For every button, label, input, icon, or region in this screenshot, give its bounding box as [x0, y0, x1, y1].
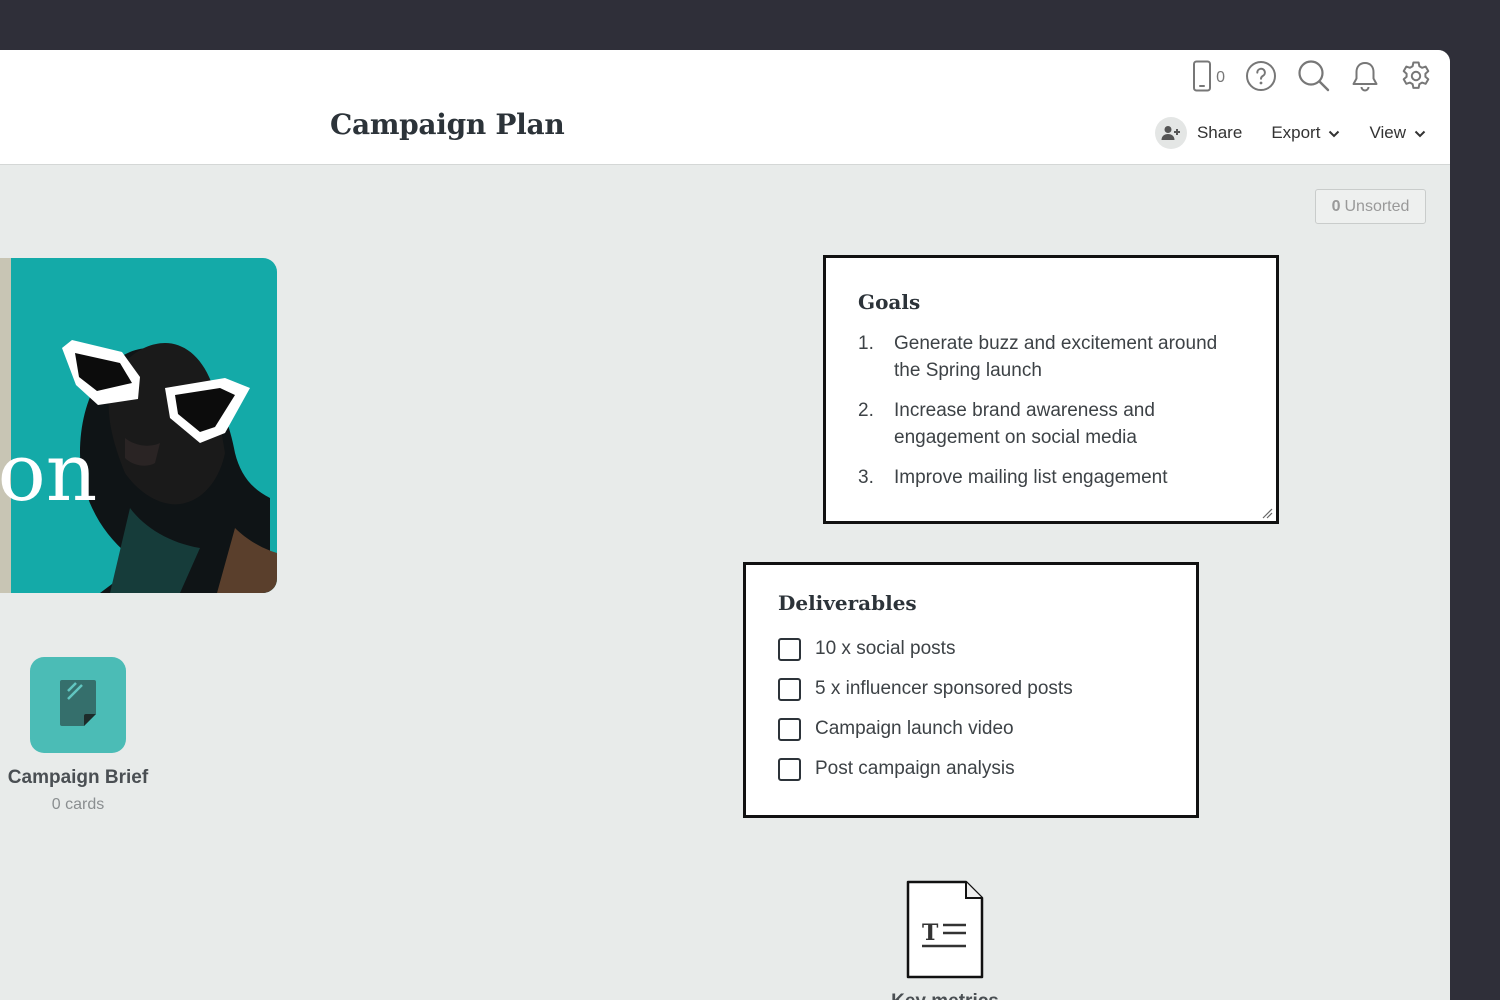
checklist-label: Post campaign analysis	[815, 758, 1015, 779]
list-item: 2. Increase brand awareness and engagemen…	[858, 397, 1244, 451]
unsorted-label: Unsorted	[1344, 197, 1410, 215]
deliverables-checklist: 10 x social posts 5 x influencer sponsor…	[778, 629, 1164, 789]
list-text: Generate buzz and excitement around the …	[894, 333, 1218, 381]
resize-handle-icon[interactable]	[1261, 506, 1273, 519]
checklist-item: Campaign launch video	[778, 709, 1164, 749]
list-number: 1.	[858, 333, 874, 354]
checkbox[interactable]	[778, 637, 801, 661]
unsorted-count: 0	[1331, 197, 1341, 215]
checklist-item: Post campaign analysis	[778, 749, 1164, 789]
note-icon	[58, 678, 98, 733]
add-user-icon	[1154, 117, 1187, 149]
device-icon	[1192, 60, 1212, 97]
bell-icon	[1350, 60, 1380, 97]
settings-button[interactable]	[1400, 60, 1432, 97]
header-bar: Campaign Plan 0 Share Export View	[0, 50, 1450, 165]
list-item: 1. Generate buzz and excitement around th…	[858, 330, 1244, 384]
goals-note[interactable]: Goals 1. Generate buzz and excitement aro…	[823, 255, 1279, 524]
app-window: Campaign Plan 0 Share Export View 0 Unso…	[0, 50, 1450, 1000]
chevron-down-icon	[1320, 123, 1340, 143]
view-label: View	[1369, 123, 1406, 142]
svg-text:T: T	[922, 920, 939, 946]
deliverables-note[interactable]: Deliverables 10 x social posts 5 x influ…	[743, 562, 1199, 818]
checklist-item: 5 x influencer sponsored posts	[778, 669, 1164, 709]
checkbox[interactable]	[778, 757, 801, 781]
checkbox[interactable]	[778, 677, 801, 701]
goals-list: 1. Generate buzz and excitement around th…	[858, 330, 1244, 491]
checkbox[interactable]	[778, 717, 801, 741]
export-label: Export	[1271, 123, 1321, 142]
view-menu-button[interactable]: View	[1369, 123, 1426, 143]
export-menu-button[interactable]: Export	[1271, 123, 1340, 143]
search-icon	[1297, 59, 1330, 97]
unsorted-button[interactable]: 0 Unsorted	[1315, 189, 1426, 224]
help-button[interactable]	[1245, 60, 1277, 97]
gear-icon	[1400, 60, 1432, 97]
checklist-item: 10 x social posts	[778, 629, 1164, 669]
top-icon-bar: 0	[1172, 60, 1432, 96]
search-button[interactable]	[1297, 59, 1330, 97]
board-campaign-brief[interactable]: Campaign Brief 0 cards	[0, 657, 156, 814]
share-label: Share	[1196, 123, 1243, 142]
device-count: 0	[1216, 69, 1225, 86]
device-button[interactable]: 0	[1192, 60, 1225, 97]
share-button[interactable]: Share	[1154, 117, 1243, 149]
checklist-label: 10 x social posts	[815, 638, 956, 659]
board-icon-tile	[30, 657, 126, 753]
board-card-count: 0 cards	[51, 796, 105, 813]
list-text: Improve mailing list engagement	[894, 467, 1168, 488]
notifications-button[interactable]	[1350, 60, 1380, 97]
list-number: 3.	[858, 467, 874, 488]
chevron-down-icon	[1406, 123, 1426, 143]
image-overlay-text: ion	[0, 426, 97, 519]
list-item: 3. Improve mailing list engagement	[858, 464, 1244, 491]
checklist-label: 5 x influencer sponsored posts	[815, 678, 1073, 699]
document-tile[interactable]: T Key metrics	[880, 880, 1010, 1000]
image-card[interactable]: ion	[0, 258, 277, 593]
list-text: Increase brand awareness and engagement …	[894, 400, 1155, 448]
deliverables-heading: Deliverables	[778, 591, 917, 615]
document-title: Key metrics	[880, 991, 1010, 1000]
goals-heading: Goals	[858, 290, 921, 314]
header-toolbar: Share Export View	[1154, 116, 1426, 150]
page-title: Campaign Plan	[330, 108, 565, 141]
campaign-photo: ion	[0, 258, 277, 593]
list-number: 2.	[858, 400, 874, 421]
checklist-label: Campaign launch video	[815, 718, 1014, 739]
text-document-icon: T	[905, 880, 985, 984]
help-icon	[1245, 60, 1277, 97]
board-title: Campaign Brief	[7, 767, 149, 788]
